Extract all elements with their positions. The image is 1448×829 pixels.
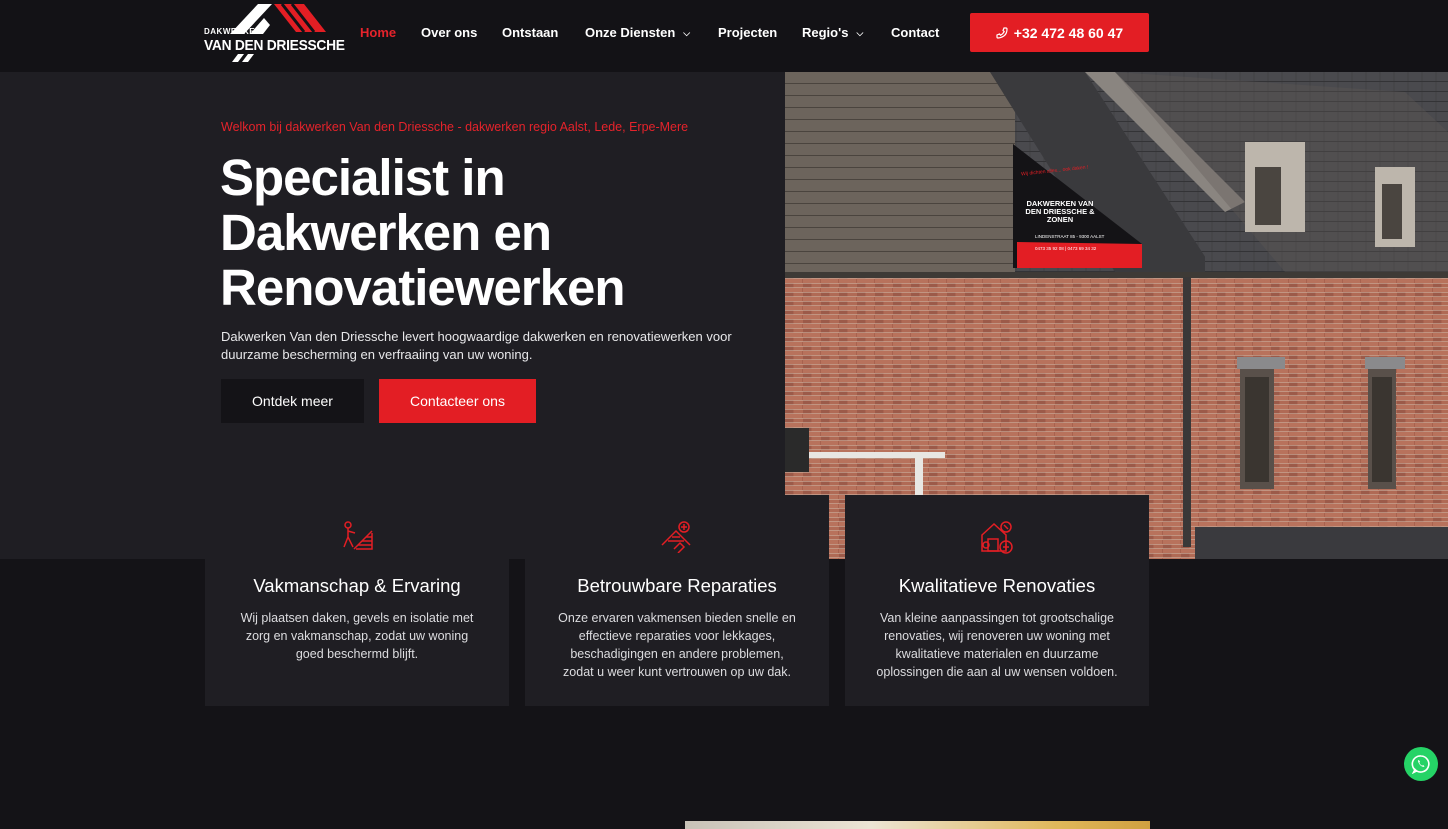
nav-ontstaan[interactable]: Ontstaan	[502, 25, 558, 40]
nav-home-label: Home	[360, 25, 397, 40]
card-text: Wij plaatsen daken, gevels en isolatie m…	[240, 611, 474, 661]
card-title: Vakmanschap & Ervaring	[253, 575, 461, 596]
logo-underline-icon	[232, 54, 254, 62]
feature-card-vakmanschap: Vakmanschap & Ervaring Wij plaatsen dake…	[205, 495, 509, 706]
nav-contact-label: Contact	[891, 25, 940, 40]
discover-more-button[interactable]: Ontdek meer	[221, 379, 364, 423]
sign-phones: 0473 35 92 08 | 0473 69 34 32	[1035, 246, 1097, 251]
roof-repair-icon	[661, 521, 691, 553]
phone-number: +32 472 48 60 47	[1013, 24, 1124, 41]
hero-image: Wij dichten alles... ook daken ! DAKWERK…	[785, 72, 1448, 559]
hero-title: Specialist in Dakwerken en Renovatiewerk…	[220, 149, 626, 316]
hero-eyebrow: Welkom bij dakwerken Van den Driessche -…	[221, 120, 689, 134]
house-illustration	[785, 72, 1448, 559]
chevron-down-icon: ⌵	[856, 28, 864, 38]
roofer-worker-icon	[343, 521, 373, 550]
next-section-image-preview	[685, 821, 1150, 829]
whatsapp-icon	[1411, 755, 1430, 774]
nav-projecten-label: Projecten	[718, 25, 778, 40]
nav-projecten[interactable]: Projecten	[718, 25, 777, 40]
phone-button[interactable]: +32 472 48 60 47	[970, 13, 1149, 52]
hero-description: Dakwerken Van den Driessche levert hoogw…	[221, 329, 732, 362]
sign-name: DAKWERKEN VAN DEN DRIESSCHE & ZONEN	[1025, 199, 1095, 224]
card-text: Van kleine aanpassingen tot grootschalig…	[876, 611, 1118, 679]
nav-over-ons[interactable]: Over ons	[421, 25, 477, 40]
house-tools-icon	[981, 521, 1013, 554]
nav-over-ons-label: Over ons	[421, 25, 478, 40]
nav-onze-diensten[interactable]: Onze Diensten ⌵	[585, 25, 690, 40]
sign-address: LINDENSTRAAT 85 - 9300 AALST	[1035, 234, 1105, 239]
site-header: DAKWERKEN VAN DEN DRIESSCHE Home Over on…	[0, 0, 1448, 72]
phone-ringing-icon	[996, 26, 1008, 39]
logo-line2: VAN DEN DRIESSCHE	[204, 37, 345, 54]
card-title: Kwalitatieve Renovaties	[898, 575, 1096, 596]
contact-us-button[interactable]: Contacteer ons	[379, 379, 536, 423]
logo-line1: DAKWERKEN	[204, 27, 262, 36]
logo[interactable]: DAKWERKEN VAN DEN DRIESSCHE	[204, 4, 345, 62]
whatsapp-button[interactable]	[1404, 747, 1438, 781]
chevron-down-icon: ⌵	[683, 28, 691, 38]
card-text: Onze ervaren vakmensen bieden snelle en …	[558, 611, 796, 679]
feature-card-reparaties: Betrouwbare Reparaties Onze ervaren vakm…	[525, 495, 829, 706]
nav-ontstaan-label: Ontstaan	[502, 25, 559, 40]
nav-onze-diensten-label: Onze Diensten	[585, 25, 676, 40]
feature-card-renovaties: Kwalitatieve Renovaties Van kleine aanpa…	[845, 495, 1149, 706]
nav-contact[interactable]: Contact	[891, 25, 939, 40]
card-title: Betrouwbare Reparaties	[577, 575, 777, 596]
nav-regios-label: Regio's	[802, 25, 849, 40]
nav-home[interactable]: Home	[360, 25, 396, 40]
nav-regios[interactable]: Regio's ⌵	[802, 25, 863, 40]
